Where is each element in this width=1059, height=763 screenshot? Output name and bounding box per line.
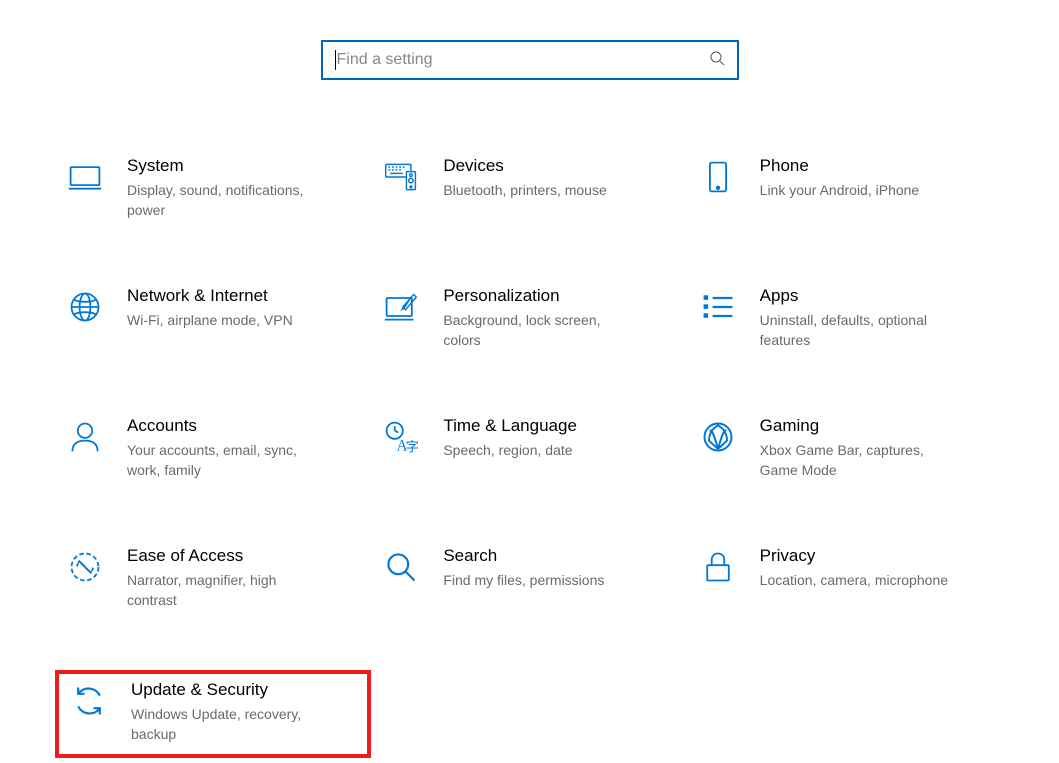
network-icon <box>65 287 105 327</box>
search-wrapper <box>0 40 1059 80</box>
tile-devices[interactable]: Devices Bluetooth, printers, mouse <box>371 150 687 230</box>
tile-text: Devices Bluetooth, printers, mouse <box>443 155 606 200</box>
tile-network[interactable]: Network & Internet Wi-Fi, airplane mode,… <box>55 280 371 360</box>
tile-desc: Find my files, permissions <box>443 570 604 590</box>
tile-desc: Display, sound, notifications, power <box>127 180 317 220</box>
tile-update-security[interactable]: Update & Security Windows Update, recove… <box>55 670 371 758</box>
tile-desc: Wi-Fi, airplane mode, VPN <box>127 310 293 330</box>
tile-text: Network & Internet Wi-Fi, airplane mode,… <box>127 285 293 330</box>
tile-text: System Display, sound, notifications, po… <box>127 155 317 220</box>
svg-text:字: 字 <box>406 439 420 454</box>
text-cursor <box>335 50 336 70</box>
tile-desc: Speech, region, date <box>443 440 577 460</box>
apps-icon <box>698 287 738 327</box>
tile-text: Update & Security Windows Update, recove… <box>131 679 321 744</box>
gaming-icon <box>698 417 738 457</box>
search-box[interactable] <box>321 40 739 80</box>
tile-desc: Your accounts, email, sync, work, family <box>127 440 317 480</box>
phone-icon <box>698 157 738 197</box>
tile-privacy[interactable]: Privacy Location, camera, microphone <box>688 540 1004 620</box>
tile-text: Search Find my files, permissions <box>443 545 604 590</box>
devices-icon <box>381 157 421 197</box>
tile-apps[interactable]: Apps Uninstall, defaults, optional featu… <box>688 280 1004 360</box>
tile-title: Privacy <box>760 545 948 567</box>
tile-title: Network & Internet <box>127 285 293 307</box>
tile-title: System <box>127 155 317 177</box>
privacy-icon <box>698 547 738 587</box>
tile-ease-of-access[interactable]: Ease of Access Narrator, magnifier, high… <box>55 540 371 620</box>
system-icon <box>65 157 105 197</box>
tile-title: Search <box>443 545 604 567</box>
tile-system[interactable]: System Display, sound, notifications, po… <box>55 150 371 230</box>
tile-desc: Xbox Game Bar, captures, Game Mode <box>760 440 950 480</box>
tile-text: Gaming Xbox Game Bar, captures, Game Mod… <box>760 415 950 480</box>
tile-title: Time & Language <box>443 415 577 437</box>
search-input[interactable] <box>337 51 709 69</box>
settings-home: System Display, sound, notifications, po… <box>0 0 1059 758</box>
tile-time-language[interactable]: A 字 Time & Language Speech, region, date <box>371 410 687 490</box>
tile-desc: Windows Update, recovery, backup <box>131 704 321 744</box>
tile-title: Accounts <box>127 415 317 437</box>
tile-desc: Background, lock screen, colors <box>443 310 633 350</box>
tile-title: Personalization <box>443 285 633 307</box>
time-language-icon: A 字 <box>381 417 421 457</box>
tile-title: Phone <box>760 155 920 177</box>
tile-desc: Uninstall, defaults, optional features <box>760 310 950 350</box>
magnify-icon <box>381 547 421 587</box>
update-security-icon <box>69 681 109 721</box>
tile-accounts[interactable]: Accounts Your accounts, email, sync, wor… <box>55 410 371 490</box>
tile-title: Ease of Access <box>127 545 317 567</box>
tile-text: Ease of Access Narrator, magnifier, high… <box>127 545 317 610</box>
tile-title: Apps <box>760 285 950 307</box>
tile-title: Gaming <box>760 415 950 437</box>
tile-gaming[interactable]: Gaming Xbox Game Bar, captures, Game Mod… <box>688 410 1004 490</box>
personalization-icon <box>381 287 421 327</box>
tile-desc: Link your Android, iPhone <box>760 180 920 200</box>
tile-title: Devices <box>443 155 606 177</box>
tile-text: Phone Link your Android, iPhone <box>760 155 920 200</box>
accounts-icon <box>65 417 105 457</box>
tile-desc: Location, camera, microphone <box>760 570 948 590</box>
tile-desc: Narrator, magnifier, high contrast <box>127 570 317 610</box>
tile-personalization[interactable]: Personalization Background, lock screen,… <box>371 280 687 360</box>
tile-desc: Bluetooth, printers, mouse <box>443 180 606 200</box>
tile-text: Personalization Background, lock screen,… <box>443 285 633 350</box>
tile-title: Update & Security <box>131 679 321 701</box>
search-icon <box>709 50 725 71</box>
tile-text: Time & Language Speech, region, date <box>443 415 577 460</box>
tile-text: Privacy Location, camera, microphone <box>760 545 948 590</box>
ease-of-access-icon <box>65 547 105 587</box>
tile-text: Accounts Your accounts, email, sync, wor… <box>127 415 317 480</box>
tile-text: Apps Uninstall, defaults, optional featu… <box>760 285 950 350</box>
tile-search[interactable]: Search Find my files, permissions <box>371 540 687 620</box>
settings-grid: System Display, sound, notifications, po… <box>0 150 1059 758</box>
tile-phone[interactable]: Phone Link your Android, iPhone <box>688 150 1004 230</box>
